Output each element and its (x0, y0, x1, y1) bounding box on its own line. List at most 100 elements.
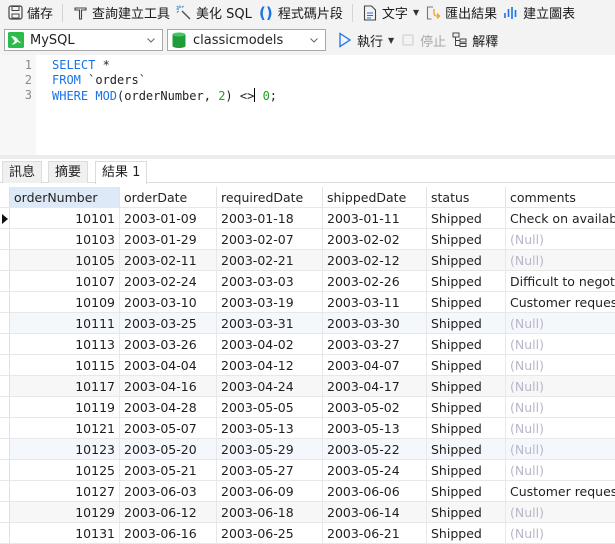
cell-comments[interactable]: (Null) (506, 418, 615, 439)
cell-orderDate[interactable]: 2003-05-20 (120, 439, 217, 460)
run-button[interactable]: 執行 ▼ (334, 29, 397, 51)
cell-shippedDate[interactable]: 2003-02-12 (323, 250, 427, 271)
row-indicator[interactable] (0, 397, 10, 418)
cell-status[interactable]: Shipped (427, 481, 506, 502)
table-row[interactable]: 10113 2003-03-26 2003-04-02 2003-03-27 Shipp… (0, 334, 615, 355)
export-results-button[interactable]: 匯出結果 (422, 2, 500, 24)
cell-shippedDate[interactable]: 2003-06-21 (323, 523, 427, 544)
cell-orderDate[interactable]: 2003-04-28 (120, 397, 217, 418)
table-row[interactable]: 10101 2003-01-09 2003-01-18 2003-01-11 Shipp… (0, 208, 615, 229)
cell-requiredDate[interactable]: 2003-03-19 (217, 292, 323, 313)
cell-orderDate[interactable]: 2003-06-16 (120, 523, 217, 544)
create-chart-button[interactable]: 建立圖表 (500, 2, 578, 24)
cell-orderNumber[interactable]: 10123 (10, 439, 120, 460)
cell-comments[interactable]: (Null) (506, 313, 615, 334)
table-row[interactable]: 10103 2003-01-29 2003-02-07 2003-02-02 Shipp… (0, 229, 615, 250)
cell-requiredDate[interactable]: 2003-03-03 (217, 271, 323, 292)
text-mode-dropdown[interactable]: 文字 ▼ (359, 2, 422, 24)
column-header-status[interactable]: status (427, 187, 506, 208)
cell-orderNumber[interactable]: 10117 (10, 376, 120, 397)
cell-orderNumber[interactable]: 10127 (10, 481, 120, 502)
row-indicator[interactable] (0, 313, 10, 334)
cell-orderDate[interactable]: 2003-01-09 (120, 208, 217, 229)
cell-requiredDate[interactable]: 2003-04-24 (217, 376, 323, 397)
cell-orderDate[interactable]: 2003-05-21 (120, 460, 217, 481)
cell-shippedDate[interactable]: 2003-05-13 (323, 418, 427, 439)
table-row[interactable]: 10111 2003-03-25 2003-03-31 2003-03-30 Shipp… (0, 313, 615, 334)
cell-requiredDate[interactable]: 2003-05-13 (217, 418, 323, 439)
cell-shippedDate[interactable]: 2003-02-02 (323, 229, 427, 250)
cell-status[interactable]: Shipped (427, 502, 506, 523)
row-indicator[interactable] (0, 208, 10, 229)
cell-comments[interactable]: Customer requeste (506, 481, 615, 502)
explain-button[interactable]: 解釋 (449, 29, 501, 51)
cell-shippedDate[interactable]: 2003-05-02 (323, 397, 427, 418)
cell-status[interactable]: Shipped (427, 376, 506, 397)
cell-status[interactable]: Shipped (427, 229, 506, 250)
cell-shippedDate[interactable]: 2003-01-11 (323, 208, 427, 229)
cell-requiredDate[interactable]: 2003-06-18 (217, 502, 323, 523)
row-indicator[interactable] (0, 439, 10, 460)
cell-comments[interactable]: (Null) (506, 523, 615, 544)
table-row[interactable]: 10129 2003-06-12 2003-06-18 2003-06-14 Shipp… (0, 502, 615, 523)
cell-shippedDate[interactable]: 2003-03-27 (323, 334, 427, 355)
cell-status[interactable]: Shipped (427, 313, 506, 334)
cell-orderDate[interactable]: 2003-06-03 (120, 481, 217, 502)
cell-requiredDate[interactable]: 2003-04-02 (217, 334, 323, 355)
column-header-orderDate[interactable]: orderDate (120, 187, 217, 208)
cell-shippedDate[interactable]: 2003-02-26 (323, 271, 427, 292)
row-indicator[interactable] (0, 292, 10, 313)
cell-comments[interactable]: (Null) (506, 502, 615, 523)
cell-comments[interactable]: Check on availabili (506, 208, 615, 229)
cell-shippedDate[interactable]: 2003-06-14 (323, 502, 427, 523)
cell-comments[interactable]: (Null) (506, 250, 615, 271)
cell-comments[interactable]: (Null) (506, 439, 615, 460)
code-snippets-button[interactable]: () 程式碼片段 (255, 2, 346, 24)
cell-requiredDate[interactable]: 2003-05-27 (217, 460, 323, 481)
cell-requiredDate[interactable]: 2003-06-09 (217, 481, 323, 502)
cell-comments[interactable]: (Null) (506, 334, 615, 355)
row-indicator[interactable] (0, 460, 10, 481)
tab-result-1[interactable]: 結果 1 (95, 161, 148, 184)
cell-orderDate[interactable]: 2003-03-26 (120, 334, 217, 355)
cell-shippedDate[interactable]: 2003-04-07 (323, 355, 427, 376)
cell-requiredDate[interactable]: 2003-01-18 (217, 208, 323, 229)
cell-orderNumber[interactable]: 10129 (10, 502, 120, 523)
cell-orderNumber[interactable]: 10125 (10, 460, 120, 481)
cell-status[interactable]: Shipped (427, 334, 506, 355)
cell-requiredDate[interactable]: 2003-05-29 (217, 439, 323, 460)
connection-select[interactable]: MySQL (4, 29, 163, 51)
row-indicator[interactable] (0, 271, 10, 292)
row-indicator[interactable] (0, 334, 10, 355)
cell-requiredDate[interactable]: 2003-06-25 (217, 523, 323, 544)
cell-shippedDate[interactable]: 2003-03-11 (323, 292, 427, 313)
row-indicator[interactable] (0, 418, 10, 439)
cell-status[interactable]: Shipped (427, 355, 506, 376)
table-row[interactable]: 10125 2003-05-21 2003-05-27 2003-05-24 Shipp… (0, 460, 615, 481)
cell-requiredDate[interactable]: 2003-02-07 (217, 229, 323, 250)
cell-status[interactable]: Shipped (427, 523, 506, 544)
table-row[interactable]: 10131 2003-06-16 2003-06-25 2003-06-21 Shipp… (0, 523, 615, 544)
save-button[interactable]: 儲存 (4, 2, 56, 24)
column-header-requiredDate[interactable]: requiredDate (217, 187, 323, 208)
cell-status[interactable]: Shipped (427, 250, 506, 271)
cell-comments[interactable]: Customer requeste (506, 292, 615, 313)
cell-requiredDate[interactable]: 2003-03-31 (217, 313, 323, 334)
cell-orderDate[interactable]: 2003-04-04 (120, 355, 217, 376)
cell-orderNumber[interactable]: 10111 (10, 313, 120, 334)
row-indicator[interactable] (0, 355, 10, 376)
cell-status[interactable]: Shipped (427, 439, 506, 460)
cell-comments[interactable]: (Null) (506, 397, 615, 418)
cell-orderNumber[interactable]: 10119 (10, 397, 120, 418)
cell-orderNumber[interactable]: 10115 (10, 355, 120, 376)
cell-shippedDate[interactable]: 2003-05-22 (323, 439, 427, 460)
cell-orderNumber[interactable]: 10113 (10, 334, 120, 355)
cell-orderDate[interactable]: 2003-02-11 (120, 250, 217, 271)
cell-orderNumber[interactable]: 10109 (10, 292, 120, 313)
cell-orderDate[interactable]: 2003-02-24 (120, 271, 217, 292)
cell-comments[interactable]: (Null) (506, 460, 615, 481)
row-indicator[interactable] (0, 481, 10, 502)
cell-status[interactable]: Shipped (427, 460, 506, 481)
table-row[interactable]: 10121 2003-05-07 2003-05-13 2003-05-13 Shipp… (0, 418, 615, 439)
cell-orderDate[interactable]: 2003-06-12 (120, 502, 217, 523)
